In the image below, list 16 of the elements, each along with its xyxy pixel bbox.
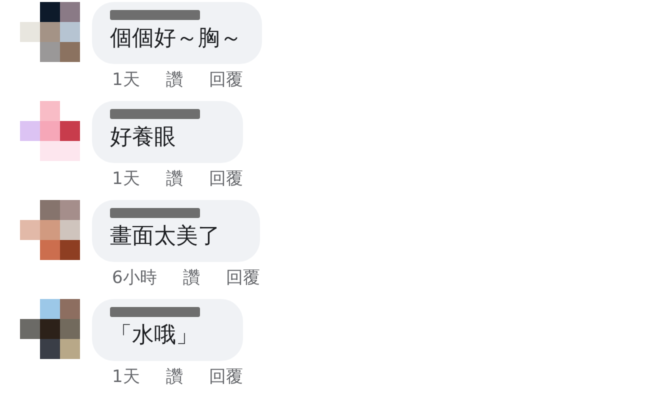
- like-link[interactable]: 讚: [182, 266, 200, 289]
- reply-link[interactable]: 回覆: [208, 68, 243, 91]
- like-link[interactable]: 讚: [166, 365, 183, 388]
- reply-link[interactable]: 回覆: [208, 167, 243, 190]
- comment-time: 1天: [112, 366, 140, 388]
- reply-link[interactable]: 回覆: [208, 365, 243, 388]
- comment-time: 1天: [112, 168, 140, 190]
- like-link[interactable]: 讚: [166, 68, 183, 91]
- comment-time: 6小時: [112, 267, 157, 289]
- reply-link[interactable]: 回覆: [226, 266, 260, 289]
- comment-text: 個個好～胸～: [110, 25, 242, 53]
- comment-time: 1天: [112, 69, 140, 91]
- comment-text: 畫面太美了: [110, 223, 220, 251]
- like-link[interactable]: 讚: [166, 167, 183, 190]
- comment-text: 「水哦」: [110, 322, 198, 350]
- comment-text: 好養眼: [110, 124, 176, 152]
